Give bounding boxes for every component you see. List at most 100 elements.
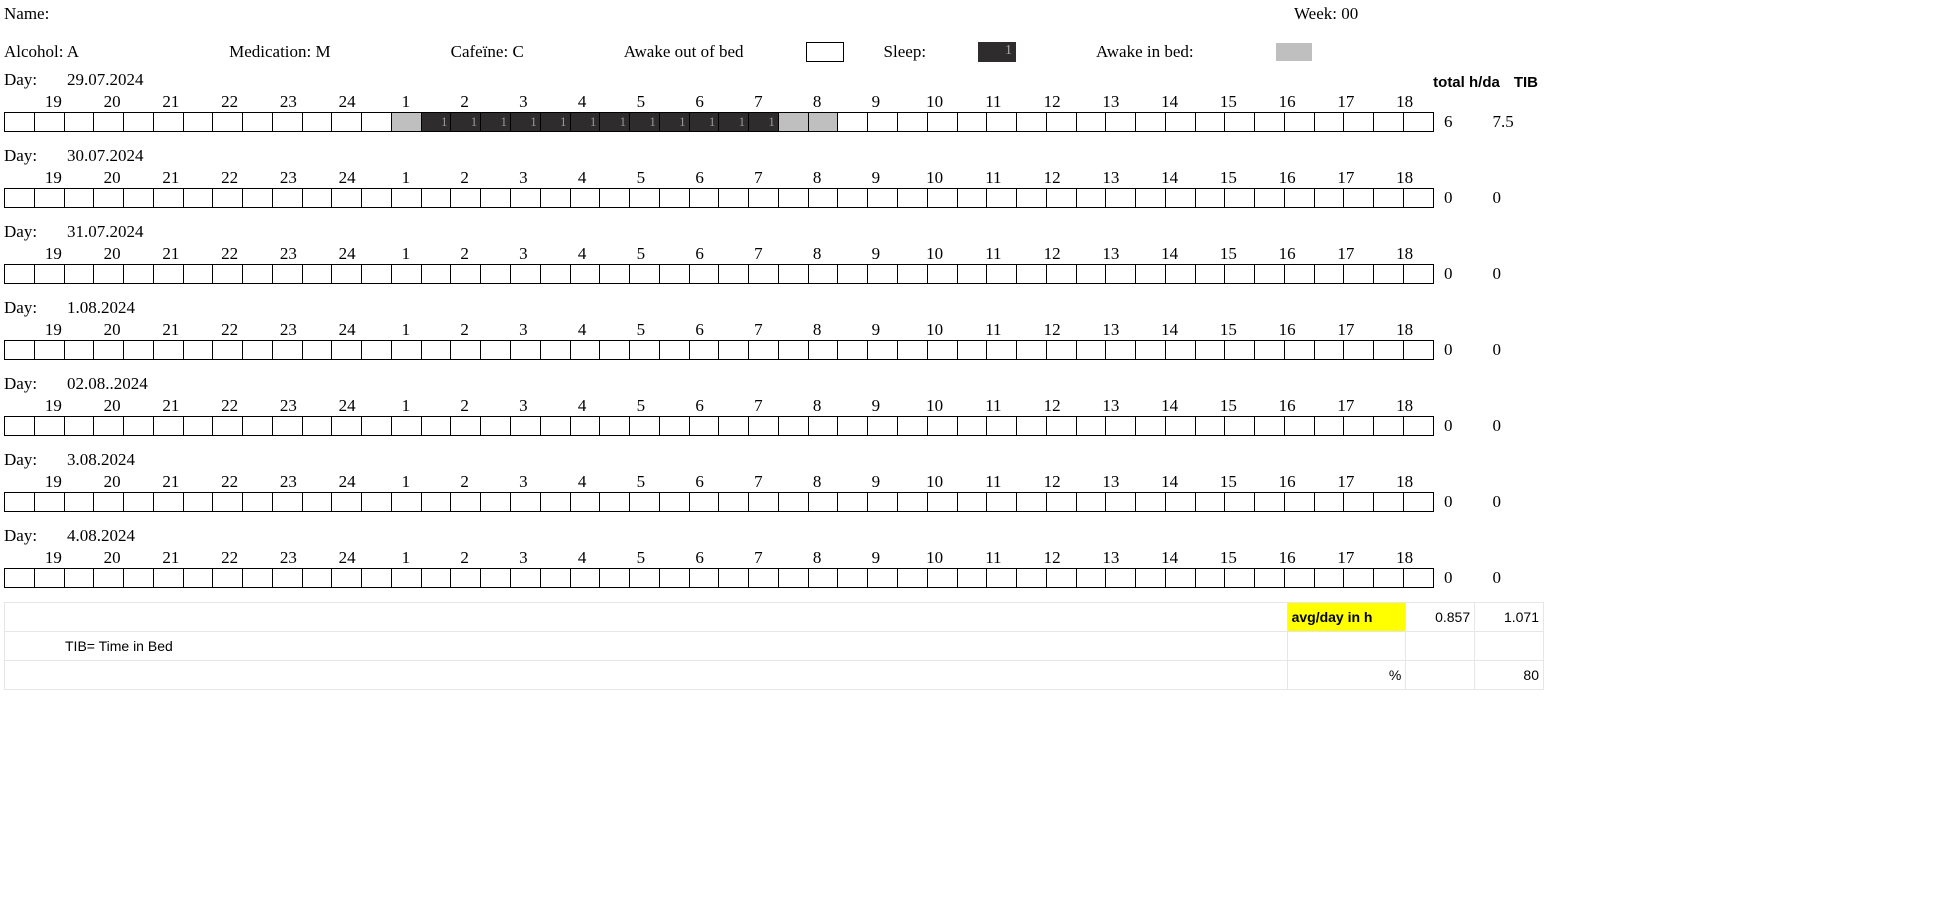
half-hour-cell[interactable] (690, 341, 720, 359)
half-hour-cell[interactable] (719, 417, 749, 435)
half-hour-cell[interactable] (184, 189, 214, 207)
half-hour-cell[interactable] (1404, 265, 1433, 283)
half-hour-cell[interactable] (1255, 569, 1285, 587)
half-hour-cell[interactable] (1315, 341, 1345, 359)
half-hour-cell[interactable] (1017, 113, 1047, 131)
half-hour-cell[interactable] (779, 417, 809, 435)
half-hour-cell[interactable] (511, 569, 541, 587)
half-hour-cell[interactable] (1106, 265, 1136, 283)
half-hour-cell[interactable] (928, 569, 958, 587)
half-hour-cell[interactable] (838, 189, 868, 207)
half-hour-cell[interactable] (571, 417, 601, 435)
half-hour-cell[interactable] (1315, 569, 1345, 587)
half-hour-cell[interactable] (1255, 265, 1285, 283)
half-hour-cell[interactable] (719, 189, 749, 207)
half-hour-cell[interactable] (1285, 265, 1315, 283)
half-hour-cell[interactable] (65, 417, 95, 435)
half-hour-cell[interactable] (898, 493, 928, 511)
half-hour-cell[interactable] (660, 189, 690, 207)
half-hour-cell[interactable] (184, 493, 214, 511)
half-hour-cell[interactable] (1136, 417, 1166, 435)
half-hour-cell[interactable] (1166, 341, 1196, 359)
half-hour-cell[interactable] (1077, 113, 1107, 131)
half-hour-cell[interactable] (124, 265, 154, 283)
half-hour-cell[interactable] (898, 341, 928, 359)
sleep-grid-row[interactable] (4, 568, 1434, 588)
half-hour-cell[interactable] (303, 189, 333, 207)
half-hour-cell[interactable] (630, 265, 660, 283)
half-hour-cell[interactable] (213, 113, 243, 131)
half-hour-cell[interactable] (243, 265, 273, 283)
half-hour-cell[interactable] (1404, 569, 1433, 587)
half-hour-cell[interactable] (481, 265, 511, 283)
half-hour-cell[interactable] (422, 113, 452, 131)
half-hour-cell[interactable] (690, 569, 720, 587)
half-hour-cell[interactable] (1225, 341, 1255, 359)
half-hour-cell[interactable] (243, 493, 273, 511)
half-hour-cell[interactable] (1077, 493, 1107, 511)
half-hour-cell[interactable] (451, 341, 481, 359)
half-hour-cell[interactable] (541, 341, 571, 359)
half-hour-cell[interactable] (719, 265, 749, 283)
half-hour-cell[interactable] (868, 417, 898, 435)
half-hour-cell[interactable] (749, 189, 779, 207)
half-hour-cell[interactable] (1344, 189, 1374, 207)
half-hour-cell[interactable] (1344, 113, 1374, 131)
half-hour-cell[interactable] (749, 113, 779, 131)
half-hour-cell[interactable] (481, 569, 511, 587)
half-hour-cell[interactable] (1285, 113, 1315, 131)
half-hour-cell[interactable] (987, 569, 1017, 587)
half-hour-cell[interactable] (362, 113, 392, 131)
half-hour-cell[interactable] (392, 265, 422, 283)
half-hour-cell[interactable] (65, 265, 95, 283)
half-hour-cell[interactable] (1225, 265, 1255, 283)
half-hour-cell[interactable] (511, 493, 541, 511)
half-hour-cell[interactable] (1344, 265, 1374, 283)
half-hour-cell[interactable] (690, 417, 720, 435)
half-hour-cell[interactable] (1196, 265, 1226, 283)
half-hour-cell[interactable] (1315, 189, 1345, 207)
half-hour-cell[interactable] (1374, 189, 1404, 207)
half-hour-cell[interactable] (809, 265, 839, 283)
half-hour-cell[interactable] (392, 417, 422, 435)
sleep-grid-row[interactable] (4, 112, 1434, 132)
half-hour-cell[interactable] (511, 113, 541, 131)
half-hour-cell[interactable] (5, 113, 35, 131)
half-hour-cell[interactable] (987, 265, 1017, 283)
half-hour-cell[interactable] (392, 341, 422, 359)
half-hour-cell[interactable] (35, 189, 65, 207)
half-hour-cell[interactable] (481, 493, 511, 511)
half-hour-cell[interactable] (332, 189, 362, 207)
half-hour-cell[interactable] (94, 189, 124, 207)
half-hour-cell[interactable] (928, 341, 958, 359)
half-hour-cell[interactable] (213, 493, 243, 511)
half-hour-cell[interactable] (5, 417, 35, 435)
half-hour-cell[interactable] (1285, 189, 1315, 207)
half-hour-cell[interactable] (5, 265, 35, 283)
half-hour-cell[interactable] (511, 189, 541, 207)
half-hour-cell[interactable] (451, 569, 481, 587)
half-hour-cell[interactable] (362, 189, 392, 207)
half-hour-cell[interactable] (1077, 417, 1107, 435)
half-hour-cell[interactable] (1196, 113, 1226, 131)
half-hour-cell[interactable] (481, 113, 511, 131)
half-hour-cell[interactable] (571, 569, 601, 587)
half-hour-cell[interactable] (1404, 417, 1433, 435)
half-hour-cell[interactable] (1315, 417, 1345, 435)
half-hour-cell[interactable] (571, 265, 601, 283)
half-hour-cell[interactable] (719, 569, 749, 587)
half-hour-cell[interactable] (838, 113, 868, 131)
half-hour-cell[interactable] (1344, 569, 1374, 587)
half-hour-cell[interactable] (1196, 569, 1226, 587)
half-hour-cell[interactable] (1047, 189, 1077, 207)
half-hour-cell[interactable] (1225, 569, 1255, 587)
half-hour-cell[interactable] (451, 189, 481, 207)
half-hour-cell[interactable] (154, 189, 184, 207)
half-hour-cell[interactable] (1136, 113, 1166, 131)
half-hour-cell[interactable] (600, 493, 630, 511)
half-hour-cell[interactable] (571, 113, 601, 131)
sleep-grid-row[interactable] (4, 188, 1434, 208)
half-hour-cell[interactable] (1106, 417, 1136, 435)
half-hour-cell[interactable] (65, 493, 95, 511)
half-hour-cell[interactable] (273, 417, 303, 435)
